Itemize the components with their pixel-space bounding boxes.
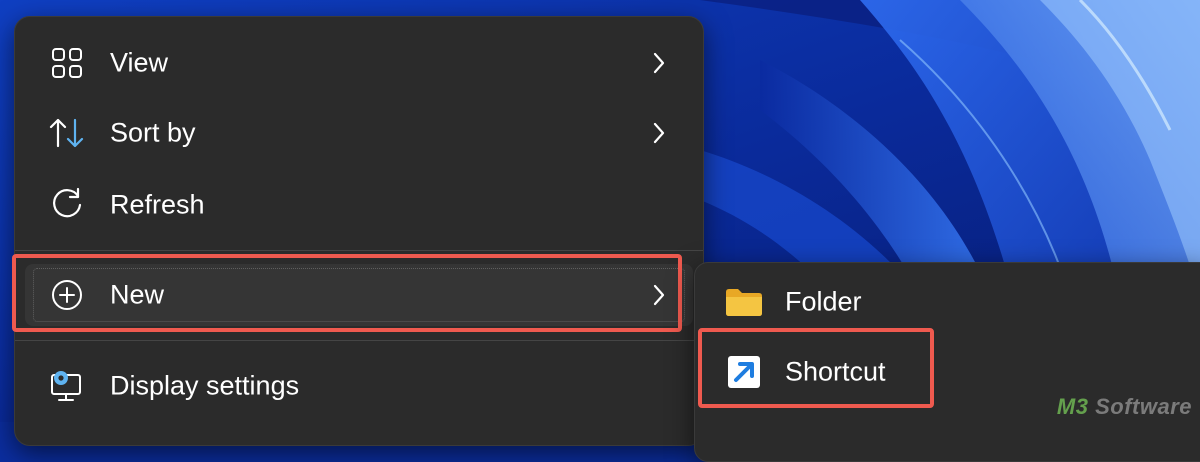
- grid-icon: [47, 43, 87, 83]
- desktop-context-menu: View Sort by Refresh New Display setting…: [14, 16, 704, 446]
- submenu-item-folder[interactable]: Folder: [703, 271, 1200, 333]
- chevron-right-icon: [649, 282, 669, 308]
- refresh-icon: [47, 185, 87, 225]
- watermark-prefix: M3: [1056, 394, 1089, 419]
- menu-item-refresh[interactable]: Refresh: [25, 174, 693, 236]
- watermark-logo: M3 Software: [1057, 394, 1192, 420]
- menu-item-display-settings[interactable]: Display settings: [25, 355, 693, 417]
- menu-item-label: Refresh: [110, 189, 205, 220]
- menu-item-label: Display settings: [110, 370, 300, 401]
- menu-item-sort-by[interactable]: Sort by: [25, 102, 693, 164]
- menu-item-label: New: [110, 279, 165, 310]
- display-settings-icon: [47, 366, 87, 406]
- menu-item-label: View: [110, 47, 169, 78]
- submenu-item-label: Folder: [785, 286, 862, 317]
- menu-item-label: Sort by: [110, 117, 196, 148]
- folder-icon: [723, 282, 765, 322]
- menu-separator: [15, 340, 703, 341]
- chevron-right-icon: [649, 120, 669, 146]
- chevron-right-icon: [649, 50, 669, 76]
- submenu-item-label: Shortcut: [785, 356, 886, 387]
- watermark-suffix: Software: [1088, 394, 1192, 419]
- sort-arrows-icon: [47, 113, 87, 153]
- menu-item-new[interactable]: New: [25, 264, 693, 326]
- menu-item-view[interactable]: View: [25, 32, 693, 94]
- plus-circle-icon: [47, 275, 87, 315]
- shortcut-icon: [723, 352, 765, 392]
- new-submenu: Folder Shortcut: [694, 262, 1200, 462]
- menu-separator: [15, 250, 703, 251]
